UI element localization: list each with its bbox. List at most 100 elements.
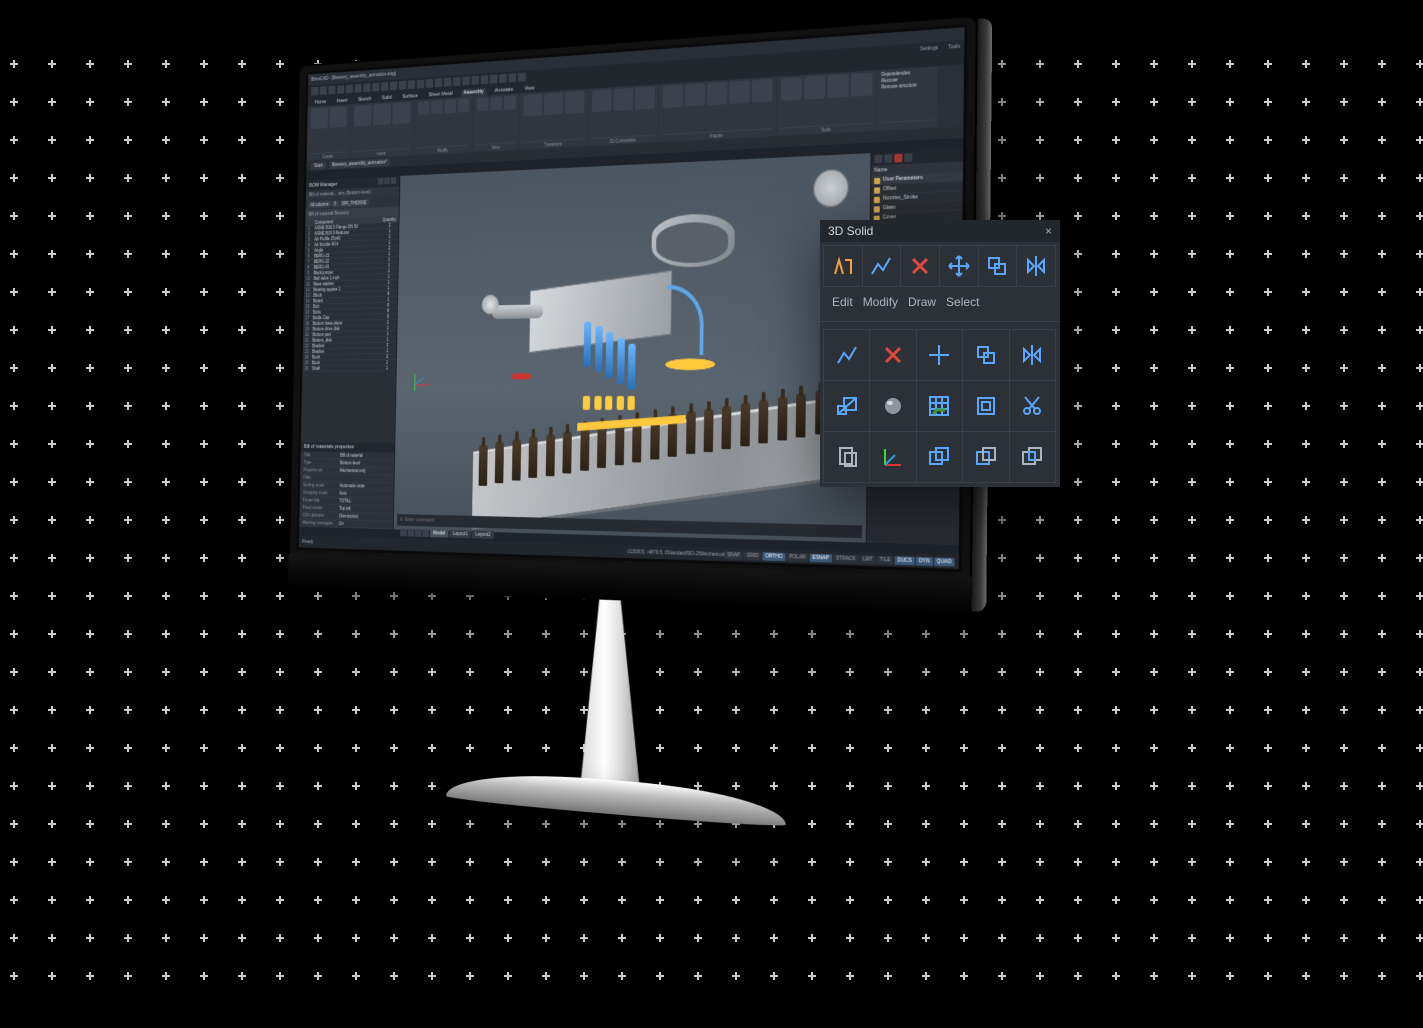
bom-icon[interactable] (729, 80, 750, 104)
hatch-icon[interactable] (916, 380, 963, 432)
qat-icon[interactable] (399, 80, 406, 89)
viewcube[interactable] (813, 169, 849, 208)
paste-icon[interactable] (823, 431, 870, 483)
concentric-icon[interactable] (635, 87, 655, 110)
update-icon[interactable] (781, 77, 802, 101)
status-toggle-snap[interactable]: SNAP (724, 550, 743, 559)
status-toggle-esnap[interactable]: ESNAP (809, 553, 832, 562)
visualstyle-icon[interactable] (504, 95, 516, 109)
status-toggle-tile[interactable]: TILE (877, 555, 894, 564)
qat-icon[interactable] (471, 75, 479, 84)
array3d-icon[interactable] (565, 91, 585, 114)
mechbrowser-icon[interactable] (827, 74, 849, 98)
rotate-icon[interactable] (544, 92, 563, 115)
qat-icon[interactable] (481, 75, 489, 84)
panel-icon[interactable] (378, 178, 384, 185)
replace-icon[interactable] (431, 100, 443, 114)
funnel-icon[interactable] (884, 154, 892, 163)
qat-icon[interactable] (499, 73, 507, 82)
qat-icon[interactable] (417, 79, 425, 88)
sweep-icon[interactable] (823, 245, 863, 287)
status-toggle-grid[interactable]: GRID (744, 551, 762, 560)
qat-icon[interactable] (462, 76, 470, 85)
init-mech-icon[interactable] (329, 106, 347, 128)
move-arrows-icon[interactable] (916, 329, 963, 381)
status-toggle-lwt[interactable]: LWT (860, 555, 876, 564)
intersect-icon[interactable] (1009, 431, 1056, 483)
open-icon[interactable] (354, 105, 372, 127)
move-arrows-icon[interactable] (939, 245, 979, 287)
doc-tab-file[interactable]: Brewery_assembly_animation* (329, 158, 390, 169)
status-toggle-ducs[interactable]: DUCS (894, 556, 914, 565)
trim-icon[interactable] (1009, 380, 1056, 432)
hopeprops-icon[interactable] (752, 79, 773, 103)
status-toggle-quad[interactable]: QUAD (934, 557, 955, 566)
layout-model[interactable]: Model (430, 529, 449, 537)
quad-tab-edit[interactable]: Edit (832, 295, 853, 309)
qat-icon[interactable] (444, 77, 452, 86)
status-toggle-polar[interactable]: POLAR (786, 552, 808, 561)
quad-panel[interactable]: 3D Solid × Edit Modify Draw Select (820, 220, 1060, 487)
qat-icon[interactable] (518, 72, 526, 81)
qat-icon[interactable] (435, 78, 443, 87)
qat-icon[interactable] (311, 86, 318, 95)
tab-nav-prev-icon[interactable] (407, 528, 414, 536)
qat-icon[interactable] (320, 86, 327, 95)
array-icon[interactable] (458, 98, 470, 112)
status-toggle-ortho[interactable]: ORTHO (762, 552, 785, 561)
assembly-model[interactable] (499, 210, 788, 509)
hide-icon[interactable] (477, 97, 489, 111)
sphere-icon[interactable] (869, 380, 916, 432)
tab-nav-next-icon[interactable] (415, 528, 422, 536)
subtract-icon[interactable] (962, 431, 1009, 483)
close-icon[interactable]: × (1045, 224, 1052, 238)
move-icon[interactable] (523, 94, 542, 117)
qat-icon[interactable] (354, 83, 361, 92)
axis-icon[interactable] (869, 431, 916, 483)
form-comp-icon[interactable] (392, 102, 410, 124)
doc-tab-start[interactable]: Start (311, 161, 326, 169)
qat-icon[interactable] (490, 74, 498, 83)
qat-icon[interactable] (337, 85, 344, 94)
quad-tab-draw[interactable]: Draw (908, 295, 936, 309)
qat-icon[interactable] (363, 83, 370, 92)
explode-icon[interactable] (804, 76, 826, 100)
status-toggle-strack[interactable]: STRACK (833, 554, 859, 563)
fix-icon[interactable] (592, 89, 612, 112)
bom-row[interactable]: 26Shaft1 (302, 366, 396, 372)
balloon-auto-icon[interactable] (685, 83, 706, 106)
dissolve-icon[interactable] (444, 99, 456, 113)
quad-tab-select[interactable]: Select (946, 295, 979, 309)
copy-icon[interactable] (962, 329, 1009, 381)
qat-icon[interactable] (390, 81, 397, 90)
coincident-icon[interactable] (613, 88, 633, 111)
tab-nav-last-icon[interactable] (422, 529, 429, 537)
delete-x-icon[interactable] (869, 329, 916, 381)
stdpart-icon[interactable] (373, 104, 391, 126)
show-icon[interactable] (490, 96, 502, 110)
new-component-icon[interactable] (310, 108, 328, 130)
qat-icon[interactable] (408, 80, 416, 89)
qat-icon[interactable] (381, 81, 388, 90)
panel-icon[interactable] (384, 177, 390, 184)
balloon-icon[interactable] (663, 85, 683, 108)
qat-icon[interactable] (426, 78, 434, 87)
tab-nav-first-icon[interactable] (400, 528, 407, 536)
opencopy-icon[interactable] (418, 101, 430, 115)
3d-viewport[interactable] (394, 153, 871, 542)
info-icon[interactable] (904, 153, 912, 162)
quad-header[interactable]: 3D Solid × (820, 220, 1060, 242)
scale-icon[interactable] (823, 380, 870, 432)
layout-1[interactable]: Layout1 (449, 529, 471, 537)
filter-icon[interactable] (874, 155, 882, 164)
trailing-icon[interactable] (707, 82, 728, 106)
qat-icon[interactable] (509, 73, 517, 82)
panel-icon[interactable] (390, 177, 396, 184)
qat-icon[interactable] (372, 82, 379, 91)
quad-tab-modify[interactable]: Modify (863, 295, 898, 309)
polyline-icon[interactable] (823, 329, 870, 381)
paramspanel-icon[interactable] (851, 73, 873, 97)
mirror-icon[interactable] (1016, 245, 1056, 287)
copy-icon[interactable] (978, 245, 1018, 287)
prop-row[interactable]: Warning messagesOn (299, 519, 393, 529)
